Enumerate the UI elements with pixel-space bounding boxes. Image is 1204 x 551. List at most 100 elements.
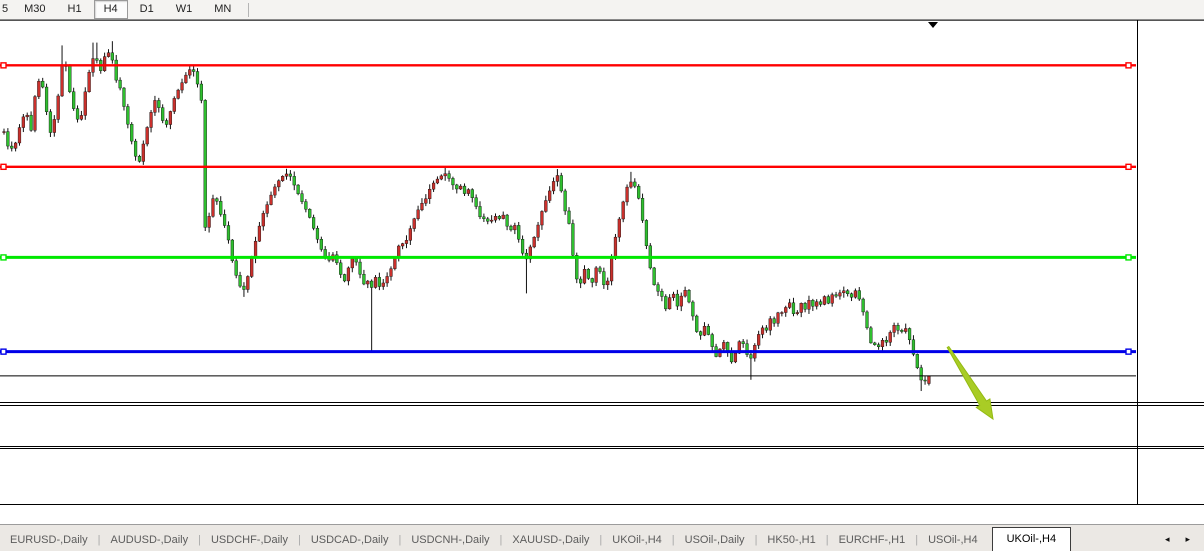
chart-canvas[interactable] [0, 20, 1204, 524]
candle-body [18, 128, 21, 143]
candle-body [76, 109, 79, 120]
timeframe-button-5[interactable]: 5 [0, 0, 12, 19]
candle [68, 64, 71, 93]
candle-body [471, 190, 474, 198]
candle-body [858, 291, 861, 299]
candle-body [448, 174, 451, 179]
candle-body [393, 258, 396, 269]
line-handle-left[interactable] [1, 63, 6, 68]
candle-body [401, 244, 404, 246]
line-handle-right[interactable] [1126, 349, 1131, 354]
candle-body [444, 174, 447, 176]
candle-body [452, 178, 455, 185]
symbol-tab[interactable]: USOil-,Daily [675, 530, 755, 551]
candle-body [486, 219, 489, 221]
candle-body [742, 342, 745, 344]
candle-body [869, 328, 872, 343]
symbol-tab[interactable]: HK50-,H1 [757, 530, 825, 551]
candle-body [873, 343, 876, 345]
candle-body [537, 225, 540, 237]
candle-body [920, 368, 923, 380]
candle-body [308, 209, 311, 217]
candle-body [916, 354, 919, 367]
symbol-tab[interactable]: USDCNH-,Daily [401, 530, 499, 551]
candle-body [359, 262, 362, 274]
line-handle-left[interactable] [1, 255, 6, 260]
candle-body [316, 228, 319, 239]
tab-scroll-right-icon[interactable]: ▸ [1185, 535, 1190, 544]
candle-body [41, 81, 44, 87]
timeframe-button-h4[interactable]: H4 [94, 0, 128, 19]
candle-body [297, 185, 300, 194]
candle-body [266, 205, 269, 214]
candle-body [792, 303, 795, 314]
timeframe-button-d1[interactable]: D1 [130, 0, 164, 19]
symbol-tab[interactable]: USDCHF-,Daily [201, 530, 298, 551]
candle [823, 295, 826, 305]
candle-body [95, 59, 98, 61]
candle-body [711, 335, 714, 347]
timeframe-button-mn[interactable]: MN [204, 0, 241, 19]
symbol-tab-active[interactable]: UKOil-,H4 [992, 527, 1072, 551]
candle-body [343, 274, 346, 280]
candle-body [103, 57, 106, 71]
line-handle-left[interactable] [1, 349, 6, 354]
candle-body [796, 312, 799, 313]
candle-body [521, 239, 524, 253]
candle-body [49, 112, 52, 133]
symbol-tab[interactable]: AUDUSD-,Daily [100, 530, 198, 551]
candle-body [498, 216, 501, 218]
candle-body [14, 143, 17, 148]
candle-body [928, 376, 931, 384]
candle-body [289, 174, 292, 176]
line-handle-right[interactable] [1126, 63, 1131, 68]
candle-body [661, 291, 664, 296]
symbol-tab[interactable]: XAUUSD-,Daily [502, 530, 599, 551]
candle-body [761, 328, 764, 335]
candle [533, 236, 536, 248]
candle-body [68, 66, 71, 92]
candle-body [169, 111, 172, 124]
line-handle-left[interactable] [1, 164, 6, 169]
candle-body [274, 187, 277, 195]
candle-body [370, 281, 373, 287]
candle-body [626, 187, 629, 202]
candle-body [900, 330, 903, 331]
candle [231, 239, 234, 263]
candle-body [355, 259, 358, 262]
candle-body [150, 112, 153, 127]
candle-body [215, 199, 218, 202]
candle-body [854, 291, 857, 298]
symbol-tab[interactable]: UKOil-,H4 [602, 530, 672, 551]
tab-scroll-buttons: ◂▸ [1165, 535, 1190, 551]
candle [173, 96, 176, 114]
candle-body [788, 303, 791, 308]
candle [200, 81, 203, 103]
candle-body [842, 291, 845, 293]
candle-body [506, 215, 509, 226]
candle-body [188, 70, 191, 75]
timeframe-button-h1[interactable]: H1 [58, 0, 92, 19]
symbol-tab[interactable]: EURCHF-,H1 [829, 530, 916, 551]
candle-body [123, 88, 126, 106]
timeframe-button-m30[interactable]: M30 [14, 0, 55, 19]
symbol-tab[interactable]: USOil-,H4 [918, 530, 988, 551]
candle-body [467, 190, 470, 194]
candle-body [219, 201, 222, 214]
line-handle-right[interactable] [1126, 164, 1131, 169]
candle-body [246, 276, 249, 289]
candle-body [57, 96, 60, 119]
symbol-tab[interactable]: USDCAD-,Daily [301, 530, 399, 551]
candle-body [691, 302, 694, 316]
symbol-tab[interactable]: EURUSD-,Daily [0, 530, 98, 551]
candle-body [777, 313, 780, 323]
tab-scroll-left-icon[interactable]: ◂ [1165, 535, 1170, 544]
candle-body [421, 203, 424, 210]
candle-body [564, 191, 567, 211]
candle-body [641, 198, 644, 220]
candle-body [479, 206, 482, 216]
line-handle-right[interactable] [1126, 255, 1131, 260]
candle-body [88, 72, 91, 92]
timeframe-button-w1[interactable]: W1 [166, 0, 203, 19]
candle-body [587, 269, 590, 278]
